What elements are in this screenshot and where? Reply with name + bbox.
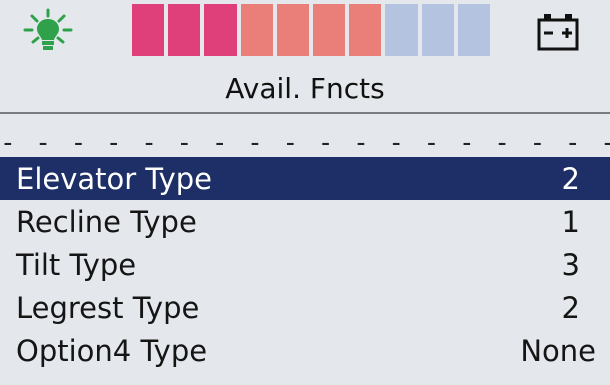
- menu-item-label: Recline Type: [16, 204, 197, 239]
- menu-item-elevator-type[interactable]: Elevator Type 2: [0, 157, 610, 200]
- menu-item-value: 2: [561, 161, 580, 196]
- battery-segment-empty: [385, 4, 418, 56]
- battery-segment-empty: [457, 4, 491, 56]
- menu-item-label: Tilt Type: [16, 247, 137, 282]
- light-bulb-icon: [23, 8, 73, 50]
- menu-item-recline-type[interactable]: Recline Type 1: [0, 200, 610, 243]
- menu-item-value: 3: [561, 247, 580, 282]
- menu-item-label: Option4 Type: [16, 333, 208, 368]
- battery-segment-filled: [276, 4, 310, 56]
- menu-item-value: None: [520, 333, 596, 368]
- battery-segment-filled: [313, 4, 346, 56]
- battery-segment-filled: [168, 4, 201, 56]
- menu-item-option4-type[interactable]: Option4 Type None: [0, 329, 610, 372]
- menu-item-label: Elevator Type: [16, 161, 213, 196]
- display-screen: Avail. Fncts - - - - - - - - - - - - - -…: [0, 0, 610, 385]
- function-menu: Elevator Type 2 Recline Type 1 Tilt Type…: [0, 157, 610, 372]
- status-bar: [0, 0, 610, 62]
- dashed-separator: - - - - - - - - - - - - - - - - - -: [0, 132, 610, 154]
- battery-level-bar: [132, 4, 491, 56]
- menu-item-tilt-type[interactable]: Tilt Type 3: [0, 243, 610, 286]
- page-title: Avail. Fncts: [225, 72, 385, 105]
- battery-segment-filled: [132, 4, 165, 56]
- menu-item-value: 2: [561, 290, 580, 325]
- menu-item-legrest-type[interactable]: Legrest Type 2: [0, 286, 610, 329]
- battery-segment-filled: [240, 4, 273, 56]
- battery-segment-empty: [421, 4, 454, 56]
- battery-segment-filled: [204, 4, 237, 56]
- battery-icon: [537, 14, 579, 51]
- menu-item-value: 1: [561, 204, 580, 239]
- battery-segment-filled: [349, 4, 382, 56]
- title-divider: [0, 112, 610, 114]
- menu-item-label: Legrest Type: [16, 290, 200, 325]
